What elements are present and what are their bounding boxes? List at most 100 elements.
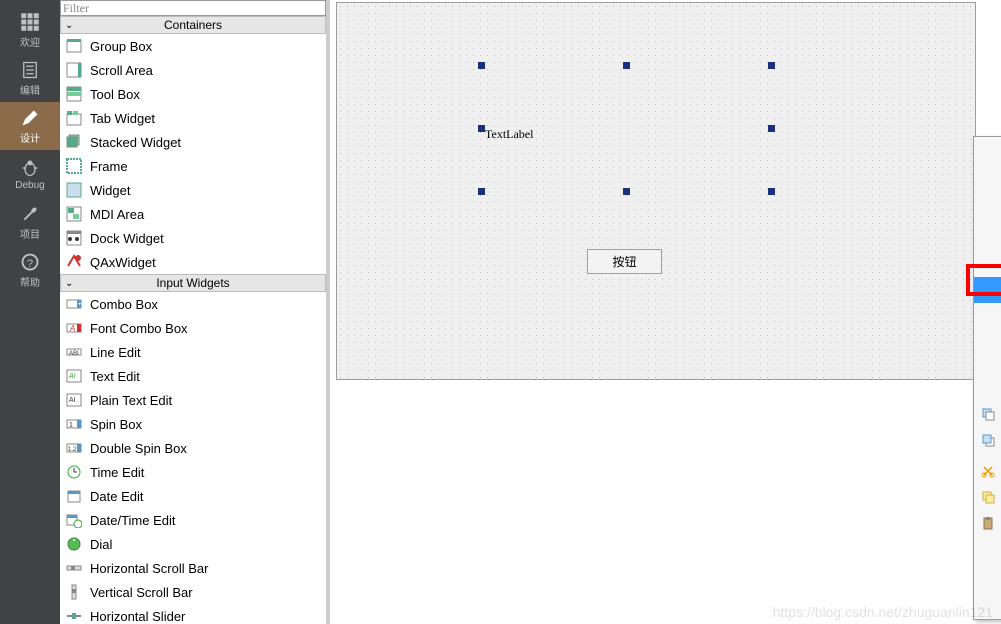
vscroll-icon — [66, 584, 82, 600]
widget-item[interactable]: 1 Spin Box — [60, 412, 326, 436]
context-menu-item[interactable]: 改变工具提示... — [974, 225, 1001, 251]
widget-item[interactable]: Horizontal Scroll Bar — [60, 556, 326, 580]
filter-input[interactable]: Filter — [60, 0, 326, 16]
widget-item[interactable]: Frame — [60, 154, 326, 178]
sidebar-item-help[interactable]: ?帮助 — [0, 246, 60, 294]
context-menu-item[interactable]: 改变"这是什么"... — [974, 251, 1001, 277]
svg-text:AI: AI — [69, 397, 76, 404]
widget-item-label: Double Spin Box — [90, 441, 187, 456]
context-menu-item[interactable]: 选择全部(A) — [974, 536, 1001, 562]
widget-item-label: Frame — [90, 159, 128, 174]
widget-item-label: Tool Box — [90, 87, 140, 102]
widget-item-label: Dial — [90, 537, 112, 552]
context-menu-item[interactable]: 复制(C) — [974, 484, 1001, 510]
widget-item[interactable]: 1.2 Double Spin Box — [60, 436, 326, 460]
chevron-down-icon: ⌄ — [65, 20, 73, 31]
dspin-icon: 1.2 — [66, 440, 82, 456]
widget-item-label: Scroll Area — [90, 63, 153, 78]
widget-item[interactable]: AFont Combo Box — [60, 316, 326, 340]
stacked-icon — [66, 134, 82, 150]
widget-item[interactable]: Dock Widget — [60, 226, 326, 250]
svg-text:1: 1 — [69, 422, 73, 429]
widget-item-label: QAxWidget — [90, 255, 156, 270]
context-menu-item[interactable]: 转到槽... — [974, 370, 1001, 396]
sidebar-item-wrench[interactable]: 项目 — [0, 198, 60, 246]
context-menu-item[interactable]: 放到前面(F) — [974, 427, 1001, 453]
widget-item[interactable]: ABILine Edit — [60, 340, 326, 364]
lineedit-icon: ABI — [66, 344, 82, 360]
category-header[interactable]: ⌄Input Widgets — [60, 274, 326, 292]
context-menu-item[interactable]: 放到后面(B) — [974, 401, 1001, 427]
widget-item-label: Combo Box — [90, 297, 158, 312]
widget-item[interactable]: Date Edit — [60, 484, 326, 508]
context-menu-item[interactable]: 改变多信息文本... — [974, 163, 1001, 189]
combo-icon — [66, 296, 82, 312]
widget-item-label: Plain Text Edit — [90, 393, 172, 408]
widget-item-label: Spin Box — [90, 417, 142, 432]
left-sidebar: 欢迎编辑设计Debug项目?帮助 — [0, 0, 60, 624]
hslider-icon — [66, 608, 82, 624]
cut-icon — [980, 463, 996, 479]
widget-item[interactable]: Scroll Area — [60, 58, 326, 82]
widget-item[interactable]: Stacked Widget — [60, 130, 326, 154]
sidebar-item-grid[interactable]: 欢迎 — [0, 6, 60, 54]
widget-item[interactable]: Time Edit — [60, 460, 326, 484]
widget-item[interactable]: QAxWidget — [60, 250, 326, 274]
widget-icon — [66, 182, 82, 198]
datetime-icon — [66, 512, 82, 528]
context-menu-item[interactable]: 改变样式表... — [974, 277, 1001, 303]
widget-item-label: Widget — [90, 183, 130, 198]
sidebar-item-bug[interactable]: Debug — [0, 150, 60, 198]
context-menu-item[interactable]: 剪切(T) — [974, 458, 1001, 484]
context-menu-item[interactable]: 提升为... — [974, 339, 1001, 365]
widget-item[interactable]: Combo Box — [60, 292, 326, 316]
sidebar-item-doc[interactable]: 编辑 — [0, 54, 60, 102]
frame-icon — [66, 158, 82, 174]
widget-item[interactable]: MDI Area — [60, 202, 326, 226]
widget-item-label: Time Edit — [90, 465, 144, 480]
context-menu-item[interactable]: 粘贴(P) — [974, 510, 1001, 536]
widget-item-label: Stacked Widget — [90, 135, 181, 150]
text-label-widget[interactable]: TextLabel — [485, 127, 533, 142]
toolbox-icon — [66, 86, 82, 102]
context-menu-item[interactable]: 删除(D) — [974, 562, 1001, 588]
widget-item-label: Horizontal Slider — [90, 609, 185, 624]
spin-icon: 1 — [66, 416, 82, 432]
copy-icon — [980, 489, 996, 505]
svg-text:A: A — [69, 324, 75, 333]
widget-item[interactable]: AI Plain Text Edit — [60, 388, 326, 412]
widget-item-label: MDI Area — [90, 207, 144, 222]
widget-item-label: Date Edit — [90, 489, 143, 504]
tab-icon — [66, 110, 82, 126]
context-menu: 改变普通文本...改变多信息文本... 改变对象名称... 改变工具提示...改变"… — [973, 136, 1001, 620]
hscroll-icon — [66, 560, 82, 576]
widget-item[interactable]: Horizontal Slider — [60, 604, 326, 624]
widget-item[interactable]: AIText Edit — [60, 364, 326, 388]
date-icon — [66, 488, 82, 504]
paste-icon — [980, 515, 996, 531]
widget-item[interactable]: Date/Time Edit — [60, 508, 326, 532]
widget-item[interactable]: Tab Widget — [60, 106, 326, 130]
back-icon — [980, 406, 996, 422]
widget-item-label: Horizontal Scroll Bar — [90, 561, 209, 576]
category-header[interactable]: ⌄Containers — [60, 16, 326, 34]
widget-item[interactable]: Widget — [60, 178, 326, 202]
plaintext-icon: AI — [66, 392, 82, 408]
widget-item[interactable]: Group Box — [60, 34, 326, 58]
design-canvas[interactable]: TextLabel 按钮 改变普通文本...改变多信息文本... 改变对象名称..… — [330, 0, 1001, 624]
context-menu-item[interactable]: 大小限定▶ — [974, 308, 1001, 334]
widget-item[interactable]: Tool Box — [60, 82, 326, 106]
context-menu-item[interactable]: 改变对象名称... — [974, 194, 1001, 220]
dock-icon — [66, 230, 82, 246]
widget-item[interactable]: Dial — [60, 532, 326, 556]
sidebar-item-pencil[interactable]: 设计 — [0, 102, 60, 150]
time-icon — [66, 464, 82, 480]
widget-item-label: Dock Widget — [90, 231, 164, 246]
widget-box-panel: Filter ⌄ContainersGroup Box Scroll Area To… — [60, 0, 330, 624]
context-menu-item[interactable]: 改变普通文本... — [974, 137, 1001, 163]
mdi-icon — [66, 206, 82, 222]
widget-item-label: Text Edit — [90, 369, 140, 384]
widget-item[interactable]: Vertical Scroll Bar — [60, 580, 326, 604]
form-widget[interactable]: TextLabel 按钮 — [336, 2, 976, 380]
push-button-widget[interactable]: 按钮 — [587, 249, 662, 274]
